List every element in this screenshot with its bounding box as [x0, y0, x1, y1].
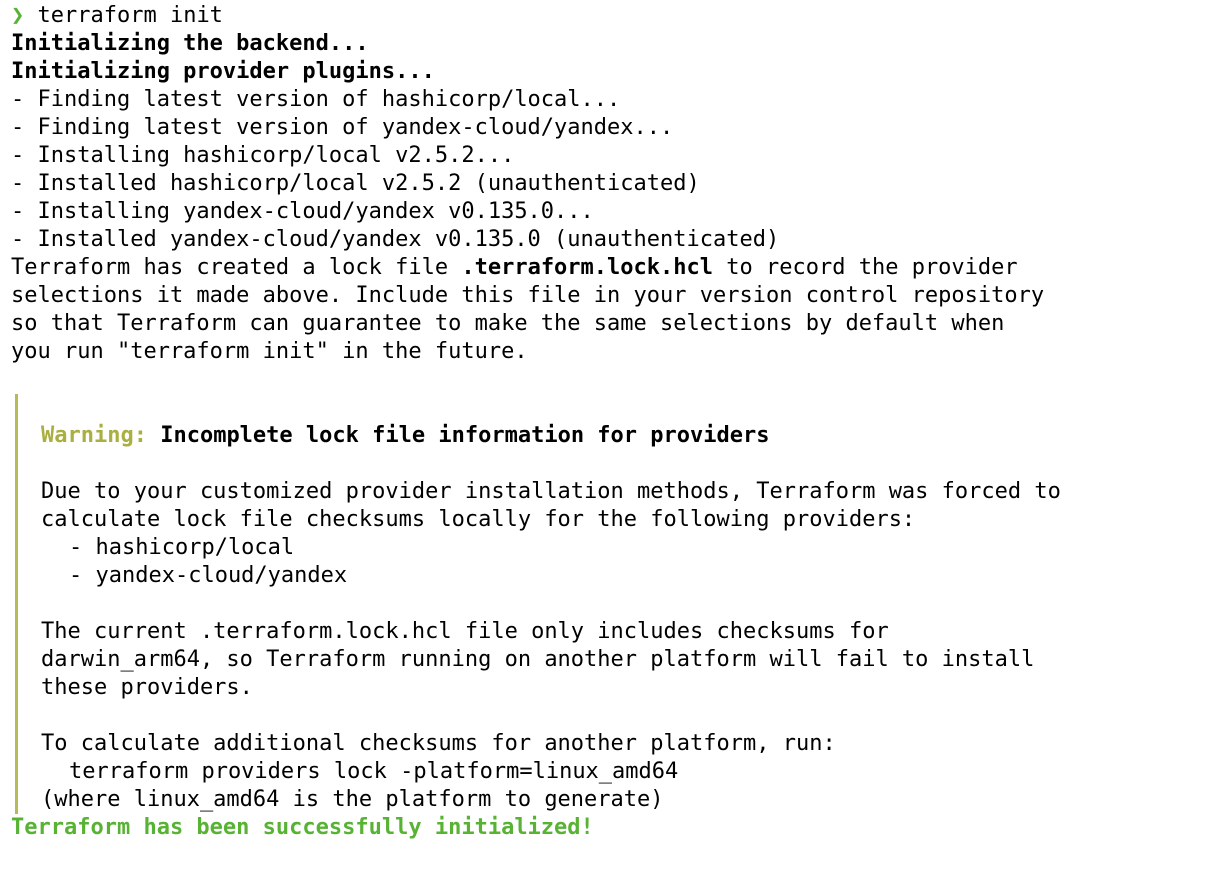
warning-text-line: (where linux_amd64 is the platform to ge…	[41, 787, 664, 812]
warning-provider-item: - yandex-cloud/yandex	[69, 563, 348, 588]
lock-note-prefix: Terraform has created a lock file	[11, 255, 462, 280]
lock-note-line-1: Terraform has created a lock file .terra…	[11, 254, 1226, 282]
install-step-line: - Finding latest version of yandex-cloud…	[11, 115, 674, 140]
warning-text-line: calculate lock file checksums locally fo…	[41, 507, 916, 532]
warning-text-line: these providers.	[41, 675, 253, 700]
warning-command-line: terraform providers lock -platform=linux…	[69, 759, 679, 784]
install-step-line: - Finding latest version of hashicorp/lo…	[11, 87, 621, 112]
warning-label: Warning:	[41, 423, 147, 448]
install-step-line: - Installing hashicorp/local v2.5.2...	[11, 143, 515, 168]
warning-text-line: Due to your customized provider installa…	[41, 479, 1061, 504]
warning-text-line: The current .terraform.lock.hcl file onl…	[41, 619, 889, 644]
lock-note-line-2: selections it made above. Include this f…	[11, 283, 1045, 308]
terminal-output: ❯ terraform init Initializing the backen…	[0, 0, 1226, 842]
lock-filename: .terraform.lock.hcl	[461, 255, 714, 280]
command-prompt-line: ❯ terraform init	[11, 2, 1226, 30]
warning-provider-item: - hashicorp/local	[69, 535, 295, 560]
install-step-line: - Installed yandex-cloud/yandex v0.135.0…	[11, 227, 780, 252]
backend-init-line: Initializing the backend...	[11, 31, 369, 56]
lock-note-suffix: to record the provider	[713, 255, 1018, 280]
install-step-line: - Installed hashicorp/local v2.5.2 (unau…	[11, 171, 700, 196]
warning-text-line: darwin_arm64, so Terraform running on an…	[41, 647, 1035, 672]
warning-title: Incomplete lock file information for pro…	[146, 423, 770, 448]
install-step-line: - Installing yandex-cloud/yandex v0.135.…	[11, 199, 594, 224]
lock-note-line-3: so that Terraform can guarantee to make …	[11, 311, 1005, 336]
warning-text-line: To calculate additional checksums for an…	[41, 731, 836, 756]
prompt-chevron-icon: ❯	[11, 3, 25, 28]
plugins-init-line: Initializing provider plugins...	[11, 59, 435, 84]
warning-block: Warning: Incomplete lock file informatio…	[15, 394, 1226, 814]
warning-title-line: Warning: Incomplete lock file informatio…	[41, 422, 1226, 450]
lock-note-line-4: you run "terraform init" in the future.	[11, 339, 528, 364]
success-message: Terraform has been successfully initiali…	[11, 815, 594, 840]
command-text: terraform init	[37, 3, 223, 28]
